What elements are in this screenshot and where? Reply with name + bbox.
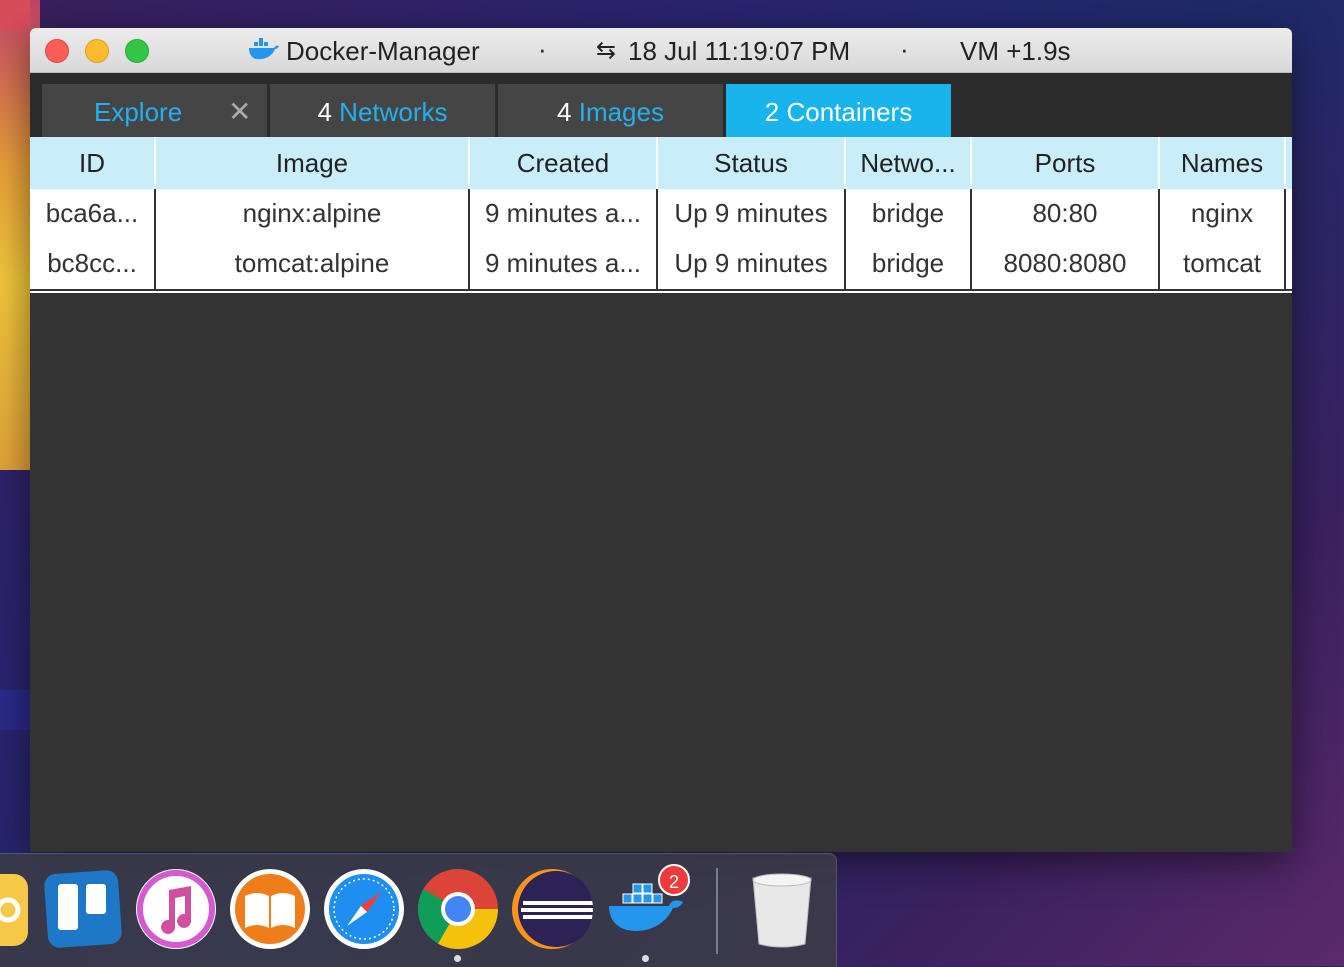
cell-created: 9 minutes a... [470,239,658,289]
chrome-icon[interactable] [417,868,499,950]
cell-id: bc8cc... [30,239,156,289]
cell-image: tomcat:alpine [156,239,470,289]
column-header-status[interactable]: Status [658,137,846,189]
title-separator: · [538,34,547,64]
cell-status: Up 9 minutes [658,189,846,239]
docker-notification-badge: 2 [658,864,690,896]
column-header-created[interactable]: Created [470,137,658,189]
cell-created: 9 minutes a... [470,189,658,239]
swap-arrows-icon: ⇆ [596,37,617,64]
table-row[interactable]: bc8cc... tomcat:alpine 9 minutes a... Up… [30,239,1292,289]
tab-networks[interactable]: 4 Networks [270,84,496,137]
row-end [1286,239,1292,289]
cell-ports: 80:80 [972,189,1160,239]
tab-images[interactable]: 4 Images [498,84,724,137]
table-bottom-border [30,291,1292,293]
cell-status: Up 9 minutes [658,239,846,289]
wallpaper-corner-bottom [0,690,30,730]
column-header-names[interactable]: Names [1160,137,1286,189]
trello-icon[interactable] [42,868,124,950]
wallpaper-corner [0,0,30,30]
column-header-network[interactable]: Netwo... [846,137,972,189]
cell-image: nginx:alpine [156,189,470,239]
tab-count: 2 [764,97,780,127]
docker-manager-window: Docker-Manager · ⇆ 18 Jul 11:19:07 PM · … [30,28,1292,852]
notes-icon[interactable] [0,868,30,950]
column-header-id[interactable]: ID [30,137,156,189]
containers-table: ID Image Created Status Netwo... Ports N… [30,137,1292,293]
cell-network: bridge [846,189,972,239]
tab-explore[interactable]: Explore ✕ [42,84,268,137]
header-row-end [1286,137,1292,189]
docker-whale-icon [249,38,279,60]
itunes-icon[interactable] [135,868,217,950]
tab-label: Networks [339,97,448,127]
trash-icon[interactable] [741,868,823,950]
safari-icon[interactable] [323,868,405,950]
tab-label: Containers [786,97,913,127]
app-title: Docker-Manager [286,36,480,66]
column-header-ports[interactable]: Ports [972,137,1160,189]
dock-separator [716,868,718,954]
tab-count: 4 [557,97,572,127]
tab-containers[interactable]: 2 Containers [726,84,952,137]
running-indicator [454,955,461,962]
cell-ports: 8080:8080 [972,239,1160,289]
cell-id: bca6a... [30,189,156,239]
row-end [1286,189,1292,239]
table-row[interactable]: bca6a... nginx:alpine 9 minutes a... Up … [30,189,1292,239]
tab-bar: Explore ✕ 4 Networks 4 Images 2 Containe… [30,73,1292,137]
ibooks-icon[interactable] [229,868,311,950]
dock [0,853,837,967]
tab-label: Explore [94,97,183,127]
eclipse-icon[interactable] [511,868,593,950]
datetime-readout: 18 Jul 11:19:07 PM [628,36,851,66]
cell-network: bridge [846,239,972,289]
title-bar[interactable]: Docker-Manager · ⇆ 18 Jul 11:19:07 PM · … [30,28,1292,73]
column-header-image[interactable]: Image [156,137,470,189]
table-header-row: ID Image Created Status Netwo... Ports N… [30,137,1292,189]
tab-count: 4 [317,97,332,127]
tab-label: Images [578,97,664,127]
title-separator: · [900,34,909,64]
cell-names: nginx [1160,189,1286,239]
close-tab-icon[interactable]: ✕ [228,84,251,140]
cell-names: tomcat [1160,239,1286,289]
running-indicator [642,955,649,962]
vm-status: VM +1.9s [960,36,1071,66]
